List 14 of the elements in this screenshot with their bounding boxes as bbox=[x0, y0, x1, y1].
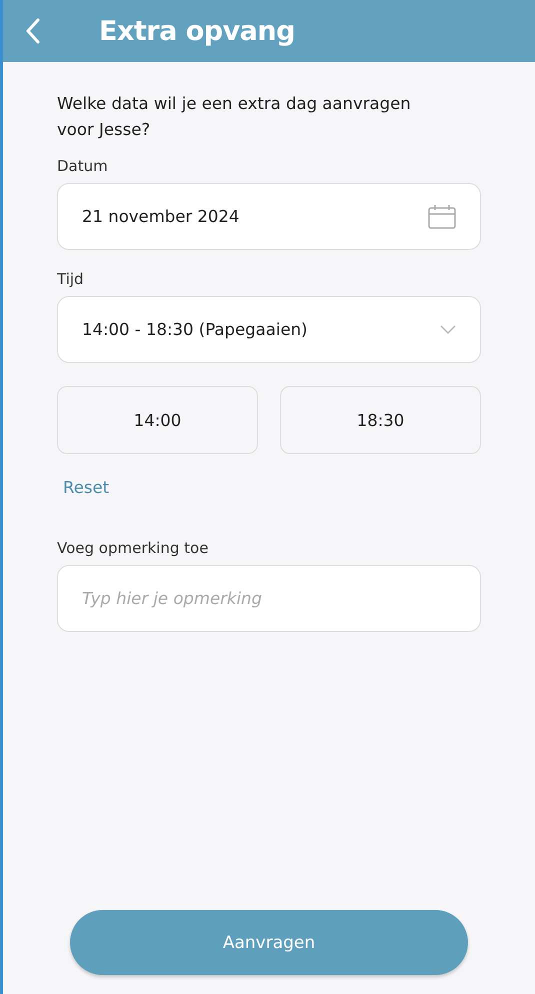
field-label: Voeg opmerking toe bbox=[57, 539, 208, 557]
time-dropdown[interactable]: 14:00 - 18:30 (Papegaaien) bbox=[57, 296, 481, 363]
date-field[interactable]: 21 november 2024 bbox=[57, 183, 481, 250]
calendar-icon bbox=[428, 204, 456, 228]
remark-input-field[interactable]: Typ hier je opmerking bbox=[57, 565, 481, 632]
page-title: Extra opvang bbox=[99, 16, 295, 46]
time-button[interactable]: 18:30 bbox=[280, 386, 481, 454]
back-icon bbox=[25, 18, 41, 44]
chevron-down-icon bbox=[440, 324, 456, 334]
field-label: Tijd bbox=[57, 270, 84, 288]
question-text: Welke data wil je een extra dag aanvragen voor Jesse? bbox=[57, 93, 412, 141]
back-button[interactable] bbox=[25, 18, 41, 44]
time-button[interactable]: 14:00 bbox=[57, 386, 258, 454]
field-label: Datum bbox=[57, 157, 108, 175]
